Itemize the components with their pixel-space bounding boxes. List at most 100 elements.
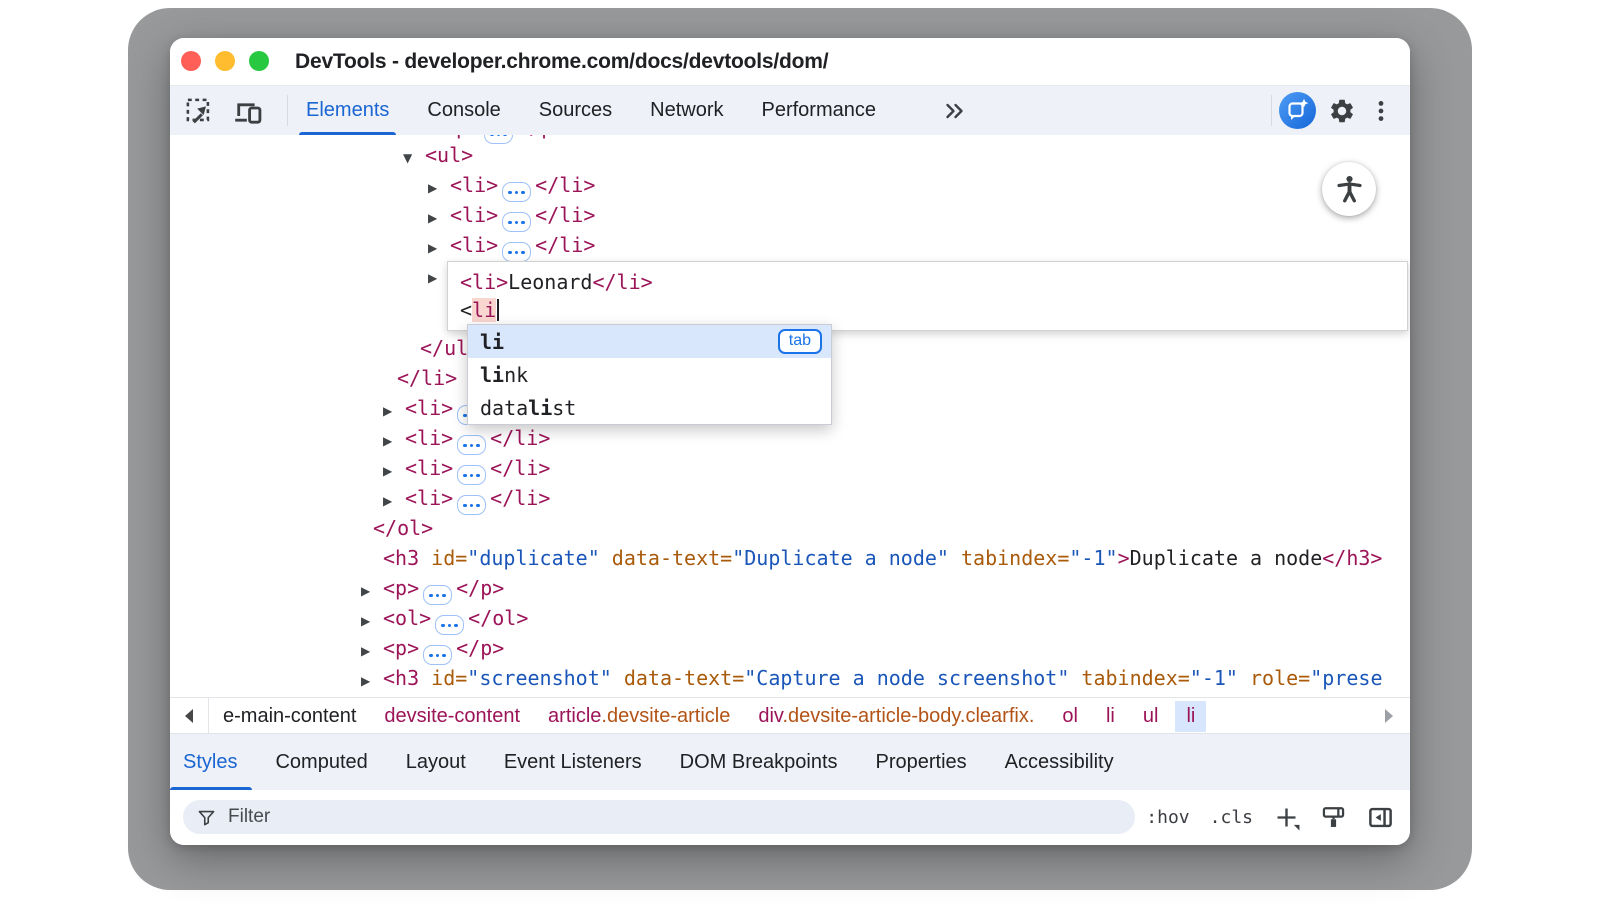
tab-performance[interactable]: Performance xyxy=(762,86,877,135)
breadcrumb-item[interactable]: li xyxy=(1175,701,1206,732)
code-token: <li> xyxy=(405,456,453,480)
code-token: </li> xyxy=(397,366,457,390)
title-bar: DevTools - developer.chrome.com/docs/dev… xyxy=(170,38,1410,86)
code-token: "prese xyxy=(1310,666,1382,690)
dock-panel-icon[interactable] xyxy=(1367,804,1394,831)
code-token: </li> xyxy=(490,486,550,510)
zoom-button[interactable] xyxy=(249,51,269,71)
kebab-menu-icon[interactable] xyxy=(1368,98,1394,124)
sidebar-tab-layout[interactable]: Layout xyxy=(387,734,485,790)
expand-arrow-icon[interactable]: ▶ xyxy=(383,396,405,426)
breadcrumb-item[interactable]: div.devsite-article-body.clearfix. xyxy=(747,701,1045,732)
class-toggle[interactable]: .cls xyxy=(1210,807,1253,828)
breadcrumb-item[interactable]: ol xyxy=(1051,701,1089,732)
dom-tree-row[interactable]: ▶<li></li> xyxy=(428,200,595,230)
dom-tree-row[interactable]: </li> xyxy=(397,363,457,393)
tab-console[interactable]: Console xyxy=(427,86,500,135)
dom-tree-row[interactable]: ▶<li> </li> xyxy=(383,453,550,483)
sidebar-tab-styles[interactable]: Styles xyxy=(170,734,256,790)
pseudo-state-toggle[interactable]: :hov xyxy=(1146,807,1189,828)
sidebar-tab-computed[interactable]: Computed xyxy=(256,734,386,790)
paint-roller-icon[interactable] xyxy=(1320,804,1347,831)
dom-tree-row[interactable]: ▼<ul> xyxy=(403,140,473,170)
expand-arrow-icon[interactable]: ▶ xyxy=(383,426,405,456)
filter-pill[interactable] xyxy=(183,800,1135,834)
expand-arrow-icon[interactable]: ▶ xyxy=(361,606,383,636)
code-token: <p> xyxy=(383,576,419,600)
dom-tree-row[interactable]: ▶<li></li> xyxy=(428,170,595,200)
ai-assistant-icon[interactable] xyxy=(1279,92,1316,129)
hidden-children-ellipsis-button[interactable] xyxy=(457,495,486,515)
new-style-rule-plus-icon[interactable] xyxy=(1273,804,1300,831)
funnel-icon xyxy=(197,808,216,827)
autocomplete-text: data xyxy=(480,396,528,420)
dom-tree-row[interactable]: ▶<p></p> xyxy=(361,573,504,603)
expand-arrow-icon[interactable]: ▶ xyxy=(383,456,405,486)
breadcrumb-bar: e-main-content devsite-contentarticle.dev… xyxy=(170,697,1410,734)
sidebar-tab-dom-breakpoints[interactable]: DOM Breakpoints xyxy=(661,734,857,790)
code-token: <li> xyxy=(450,233,498,257)
hidden-children-ellipsis-button[interactable] xyxy=(484,135,513,144)
panel-tab-strip: Elements Console Sources Network Performance xyxy=(306,86,970,135)
expand-arrow-icon[interactable]: ▶ xyxy=(428,173,450,203)
breadcrumb-item[interactable]: e-main-content xyxy=(212,701,367,732)
dom-tree-row[interactable]: ▶<li></li> xyxy=(383,423,550,453)
expand-arrow-icon[interactable]: ▶ xyxy=(428,203,450,233)
expand-arrow-icon[interactable]: ▶ xyxy=(383,486,405,516)
tab-sources[interactable]: Sources xyxy=(539,86,612,135)
minimize-button[interactable] xyxy=(215,51,235,71)
autocomplete-text: li xyxy=(480,330,504,354)
more-tabs-chevrons-icon[interactable] xyxy=(940,86,970,135)
device-toolbar-icon[interactable] xyxy=(231,95,263,127)
tab-elements[interactable]: Elements xyxy=(306,86,389,135)
devtools-window: DevTools - developer.chrome.com/docs/dev… xyxy=(170,38,1410,845)
breadcrumb-scroll-left-icon[interactable] xyxy=(170,698,209,734)
expand-arrow-icon[interactable]: ▶ xyxy=(361,666,383,696)
hidden-children-ellipsis-button[interactable] xyxy=(502,242,531,262)
dom-tree-row[interactable]: ▶<ol></ol> xyxy=(361,603,528,633)
breadcrumb-item[interactable]: article.devsite-article xyxy=(537,701,741,732)
breadcrumb-scroll-right-icon[interactable] xyxy=(1370,698,1408,734)
editor-line[interactable]: <li>Leonard</li> xyxy=(460,268,1407,296)
dom-tree-row[interactable]: </ol> xyxy=(373,513,433,543)
inspect-cursor-icon[interactable] xyxy=(183,95,215,127)
code-token: role= xyxy=(1250,666,1310,690)
close-button[interactable] xyxy=(181,51,201,71)
tab-network[interactable]: Network xyxy=(650,86,723,135)
dom-tree-row[interactable]: ▶<p></p> xyxy=(361,633,504,663)
expand-arrow-icon[interactable]: ▶ xyxy=(361,576,383,606)
breadcrumb-item[interactable]: ul xyxy=(1132,701,1170,732)
dom-tree-row[interactable]: ▶<li></li> xyxy=(383,483,550,513)
breadcrumb-item[interactable]: li xyxy=(1095,701,1126,732)
code-token: <li> xyxy=(405,396,453,420)
autocomplete-item-li[interactable]: litab xyxy=(468,325,831,358)
dom-tree-row[interactable]: ▶<li></li> xyxy=(428,230,595,260)
autocomplete-item-link[interactable]: link xyxy=(468,358,831,391)
code-token xyxy=(419,546,431,570)
sidebar-tab-accessibility[interactable]: Accessibility xyxy=(986,734,1133,790)
expand-arrow-icon[interactable]: ▶ xyxy=(361,636,383,666)
devtools-toolbar: Elements Console Sources Network Performance xyxy=(170,86,1410,136)
breadcrumb-text: e-main-content xyxy=(223,705,356,727)
dom-tree-row[interactable]: <h3 id="duplicate" data-text="Duplicate … xyxy=(383,543,1382,573)
code-token: <p> xyxy=(444,135,480,139)
sidebar-tab-properties[interactable]: Properties xyxy=(857,734,986,790)
filter-input[interactable] xyxy=(226,805,1121,829)
styles-filter-bar: :hov .cls xyxy=(170,790,1410,845)
breadcrumb-item[interactable]: devsite-content xyxy=(373,701,531,732)
autocomplete-item-datalist[interactable]: datalist xyxy=(468,391,831,424)
html-edit-box[interactable]: <li>Leonard</li><li xyxy=(447,261,1408,331)
dom-tree: <li>Leonard</li><li litablinkdatalist <p… xyxy=(170,135,1410,697)
breadcrumb-text: div xyxy=(758,705,782,727)
dom-tree-row[interactable]: ▶<h3 id="screenshot" data-text="Capture … xyxy=(361,663,1382,693)
sidebar-tab-event-listeners[interactable]: Event Listeners xyxy=(485,734,661,790)
gear-icon[interactable] xyxy=(1328,97,1356,125)
toolbar-divider xyxy=(287,95,288,126)
code-token: </p> xyxy=(456,636,504,660)
breadcrumb-text: article xyxy=(548,705,601,727)
collapse-arrow-icon[interactable]: ▼ xyxy=(403,143,425,173)
accessibility-widget-button[interactable] xyxy=(1322,162,1376,216)
editor-line[interactable]: <li xyxy=(460,296,1407,324)
expand-arrow-icon[interactable]: ▶ xyxy=(428,233,450,263)
code-token: </li> xyxy=(490,456,550,480)
